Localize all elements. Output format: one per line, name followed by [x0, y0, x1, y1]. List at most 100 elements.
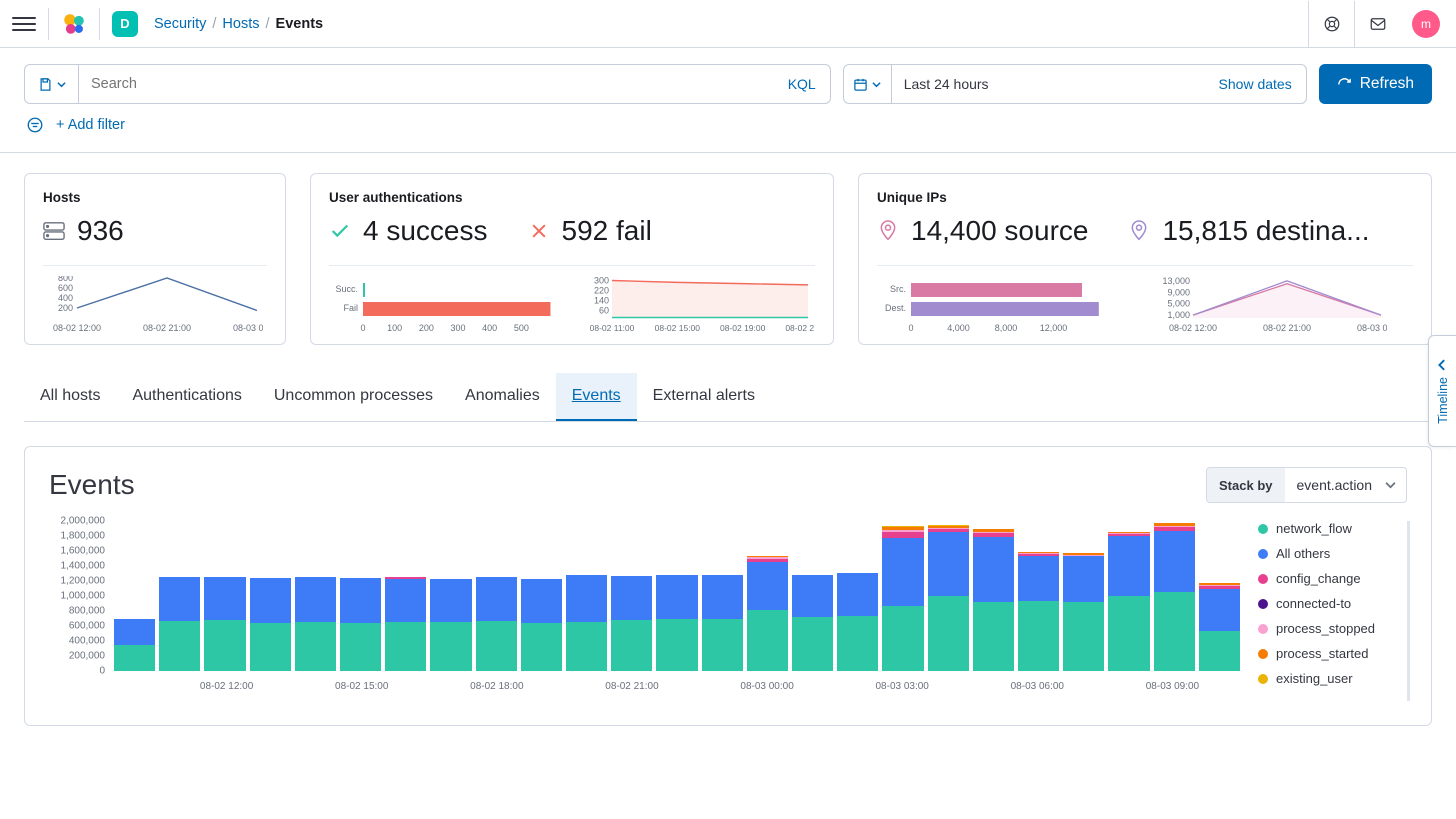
svg-text:9,000: 9,000: [1167, 287, 1190, 297]
tab-authentications[interactable]: Authentications: [116, 373, 257, 421]
svg-text:8,000: 8,000: [995, 323, 1018, 332]
events-bar[interactable]: [1018, 552, 1059, 671]
events-bar[interactable]: [476, 577, 517, 671]
user-avatar[interactable]: m: [1412, 10, 1440, 38]
stack-by-select[interactable]: event.action: [1285, 468, 1407, 502]
svg-text:60: 60: [599, 306, 609, 316]
events-bar[interactable]: [973, 529, 1014, 672]
events-bar[interactable]: [295, 577, 336, 671]
kql-toggle[interactable]: KQL: [774, 76, 830, 92]
kpi-auth-title: User authentications: [329, 190, 815, 205]
svg-text:08-03 06:00: 08-03 06:00: [233, 323, 263, 332]
svg-text:08-03 06:00: 08-03 06:00: [1357, 323, 1387, 332]
events-bar[interactable]: [340, 578, 381, 671]
events-bar[interactable]: [430, 579, 471, 671]
filter-options-icon[interactable]: [24, 114, 46, 136]
legend-item[interactable]: connected-to: [1258, 596, 1407, 611]
kpi-ips-trend-chart: 1,0005,0009,00013,00008-02 12:0008-02 21…: [1157, 276, 1413, 332]
date-range-display[interactable]: Last 24 hours: [892, 76, 1205, 92]
divider: [99, 8, 100, 40]
breadcrumb-sep: /: [212, 16, 216, 32]
svg-text:1,000: 1,000: [1167, 310, 1190, 320]
events-title: Events: [49, 469, 135, 501]
tab-external-alerts[interactable]: External alerts: [637, 373, 771, 421]
kpi-auth-fail: 592 fail: [562, 215, 652, 247]
events-chart: 0200,000400,000600,000800,0001,000,0001,…: [49, 521, 1240, 701]
events-bar[interactable]: [792, 575, 833, 671]
nav-toggle[interactable]: [12, 12, 36, 36]
legend-item[interactable]: All others: [1258, 546, 1407, 561]
svg-text:13,000: 13,000: [1162, 276, 1190, 286]
legend-item[interactable]: network_flow: [1258, 521, 1407, 536]
events-bar[interactable]: [882, 526, 923, 672]
tab-uncommon-processes[interactable]: Uncommon processes: [258, 373, 449, 421]
refresh-button[interactable]: Refresh: [1319, 64, 1432, 104]
newsfeed-icon[interactable]: [1354, 1, 1400, 47]
stack-by-label: Stack by: [1207, 468, 1284, 502]
svg-text:Succ.: Succ.: [335, 284, 358, 294]
kpi-card-auth: User authentications 4 success 592 fail: [310, 173, 834, 345]
events-bar[interactable]: [521, 579, 562, 671]
svg-text:Dest.: Dest.: [885, 303, 906, 313]
svg-text:08-02 21:00: 08-02 21:00: [1263, 323, 1311, 332]
events-bar[interactable]: [837, 573, 878, 671]
tab-events[interactable]: Events: [556, 373, 637, 421]
events-legend: network_flow All others config_changeconne…: [1240, 521, 1410, 701]
tab-all-hosts[interactable]: All hosts: [24, 373, 116, 421]
kpi-card-hosts: Hosts 936 20040060080008-02 12:0008-02 2…: [24, 173, 286, 345]
tab-anomalies[interactable]: Anomalies: [449, 373, 556, 421]
events-bar[interactable]: [1108, 532, 1149, 672]
events-bar[interactable]: [611, 576, 652, 671]
events-bar[interactable]: [385, 577, 426, 672]
svg-text:08-02 23:00: 08-02 23:00: [785, 323, 814, 332]
events-bar[interactable]: [566, 575, 607, 671]
pin-icon: [1128, 220, 1150, 242]
hosts-icon: [43, 220, 65, 242]
elastic-logo[interactable]: [61, 11, 87, 37]
events-bar[interactable]: [114, 619, 155, 672]
kpi-hosts-value: 936: [77, 215, 124, 247]
events-bar[interactable]: [204, 577, 245, 672]
divider: [48, 8, 49, 40]
check-icon: [329, 220, 351, 242]
add-filter-button[interactable]: + Add filter: [56, 117, 125, 133]
events-bar[interactable]: [250, 578, 291, 671]
kpi-ips-source: 14,400 source: [911, 215, 1088, 247]
legend-item[interactable]: config_change: [1258, 571, 1407, 586]
events-bar[interactable]: [1199, 583, 1240, 671]
svg-text:300: 300: [450, 323, 465, 332]
svg-text:220: 220: [594, 286, 609, 296]
events-panel: Events Stack by event.action 0200,000400…: [24, 446, 1432, 726]
pin-icon: [877, 220, 899, 242]
space-selector[interactable]: D: [112, 11, 138, 37]
legend-item[interactable]: process_started: [1258, 646, 1407, 661]
events-bar[interactable]: [928, 525, 969, 671]
saved-query-menu[interactable]: [25, 65, 79, 103]
chevron-down-icon: [1385, 480, 1396, 491]
kpi-hosts-title: Hosts: [43, 190, 267, 205]
events-bar[interactable]: [656, 575, 697, 671]
events-bar[interactable]: [1154, 523, 1195, 672]
svg-text:400: 400: [482, 323, 497, 332]
events-bar[interactable]: [747, 556, 788, 672]
svg-text:08-02 21:00: 08-02 21:00: [143, 323, 191, 332]
svg-text:100: 100: [387, 323, 402, 332]
breadcrumb-security[interactable]: Security: [154, 16, 206, 32]
legend-item[interactable]: process_stopped: [1258, 621, 1407, 636]
svg-text:800: 800: [58, 276, 73, 283]
help-icon[interactable]: [1308, 1, 1354, 47]
svg-text:08-02 15:00: 08-02 15:00: [655, 323, 701, 332]
timeline-flyout-toggle[interactable]: Timeline: [1428, 335, 1456, 447]
events-bar[interactable]: [159, 577, 200, 672]
stack-by-value: event.action: [1297, 477, 1373, 493]
kpi-hosts-chart: 20040060080008-02 12:0008-02 21:0008-03 …: [43, 276, 267, 332]
events-bar[interactable]: [702, 575, 743, 671]
breadcrumb-hosts[interactable]: Hosts: [222, 16, 259, 32]
search-input[interactable]: [79, 65, 774, 103]
cross-icon: [528, 220, 550, 242]
legend-item[interactable]: existing_user: [1258, 671, 1407, 686]
show-dates-toggle[interactable]: Show dates: [1205, 76, 1306, 92]
date-quick-menu[interactable]: [844, 65, 892, 103]
events-bar[interactable]: [1063, 553, 1104, 671]
query-bar: KQL: [24, 64, 831, 104]
